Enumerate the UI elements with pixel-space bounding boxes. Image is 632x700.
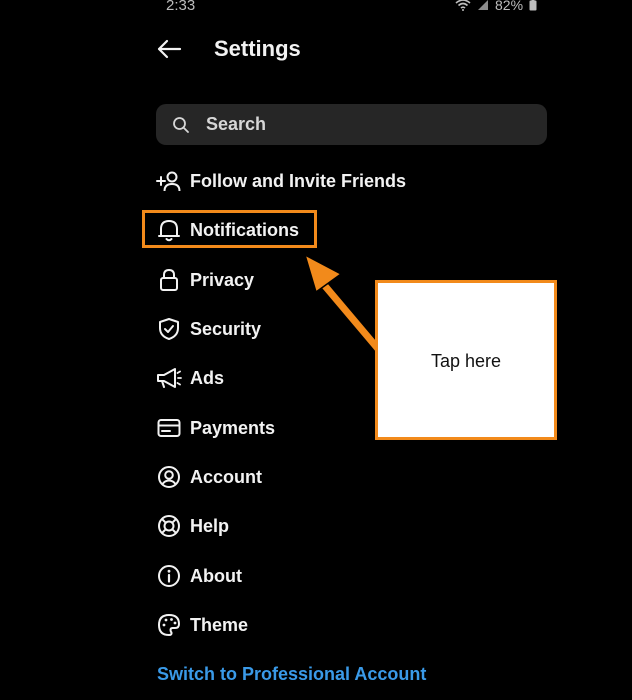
menu-item-notifications[interactable]: Notifications [156, 210, 299, 250]
back-button[interactable] [152, 36, 186, 66]
menu-item-security[interactable]: Security [156, 309, 261, 349]
bell-icon [156, 217, 182, 243]
status-bar: 2:33 82% [0, 0, 632, 18]
card-icon [156, 415, 182, 441]
menu-item-payments[interactable]: Payments [156, 408, 275, 448]
menu-item-about[interactable]: About [156, 556, 242, 596]
account-icon [156, 464, 182, 490]
shield-icon [156, 316, 182, 342]
settings-screen: 2:33 82% Settings Search Follow and Invi… [0, 0, 632, 700]
menu-item-privacy[interactable]: Privacy [156, 260, 254, 300]
status-time: 2:33 [166, 0, 196, 14]
menu-item-account[interactable]: Account [156, 457, 262, 497]
menu-item-help[interactable]: Help [156, 506, 229, 546]
menu-item-label: Security [190, 318, 262, 339]
search-placeholder: Search [206, 114, 267, 134]
menu-item-ads[interactable]: Ads [156, 358, 224, 398]
menu-item-label: Account [190, 466, 262, 487]
header: Settings [0, 30, 632, 74]
wifi-icon [455, 0, 471, 11]
search-input[interactable]: Search [156, 104, 547, 145]
callout-box: Tap here [375, 280, 557, 440]
status-indicators: 82% [455, 0, 537, 13]
megaphone-icon [156, 365, 182, 391]
lock-icon [156, 267, 182, 293]
palette-icon [156, 612, 182, 638]
page-title: Settings [214, 36, 301, 61]
menu-item-label: About [190, 565, 242, 586]
battery-icon [529, 0, 537, 11]
switch-professional-link[interactable]: Switch to Professional Account [157, 664, 426, 685]
menu-item-label: Ads [190, 367, 225, 388]
battery-percent: 82% [495, 0, 524, 13]
menu-item-label: Notifications [190, 219, 300, 240]
add-person-icon [156, 168, 182, 194]
menu-item-label: Help [190, 515, 230, 536]
menu-item-label: Follow and Invite Friends [190, 170, 407, 191]
menu-item-theme[interactable]: Theme [156, 605, 248, 645]
search-icon [171, 115, 191, 135]
signal-icon [477, 0, 489, 11]
arrow-left-icon [156, 39, 182, 64]
menu-item-label: Payments [190, 417, 276, 438]
lifebuoy-icon [156, 513, 182, 539]
menu-item-follow-invite[interactable]: Follow and Invite Friends [156, 161, 406, 201]
menu-item-label: Privacy [190, 269, 255, 290]
callout-text: Tap here [430, 351, 502, 371]
info-icon [156, 563, 182, 589]
menu-item-label: Theme [190, 614, 249, 635]
